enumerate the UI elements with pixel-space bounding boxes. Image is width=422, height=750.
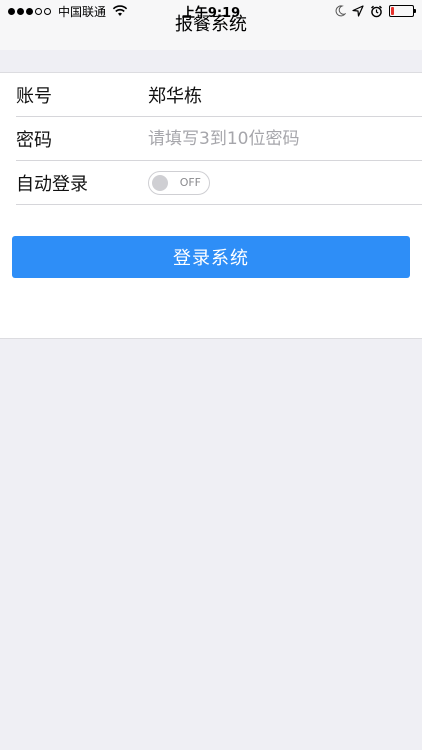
auto-login-row: 自动登录 OFF [16,161,422,205]
toggle-state-text: OFF [179,175,201,189]
password-input[interactable] [148,128,388,149]
auto-login-toggle[interactable]: OFF [148,170,210,195]
account-row: 账号 郑华栋 [16,73,422,117]
password-row: 密码 [16,117,422,161]
password-label: 密码 [16,129,52,151]
account-value[interactable]: 郑华栋 [148,82,202,108]
login-form: 账号 郑华栋 密码 自动登录 OFF 登录系统 [0,72,422,339]
page-title: 报餐系统 [175,14,247,35]
auto-login-label: 自动登录 [16,173,88,195]
login-button[interactable]: 登录系统 [12,236,410,278]
toggle-knob [152,174,168,191]
account-label: 账号 [16,85,52,107]
top-bar: 中国联通 上午9:19 报餐系统 [0,0,422,50]
